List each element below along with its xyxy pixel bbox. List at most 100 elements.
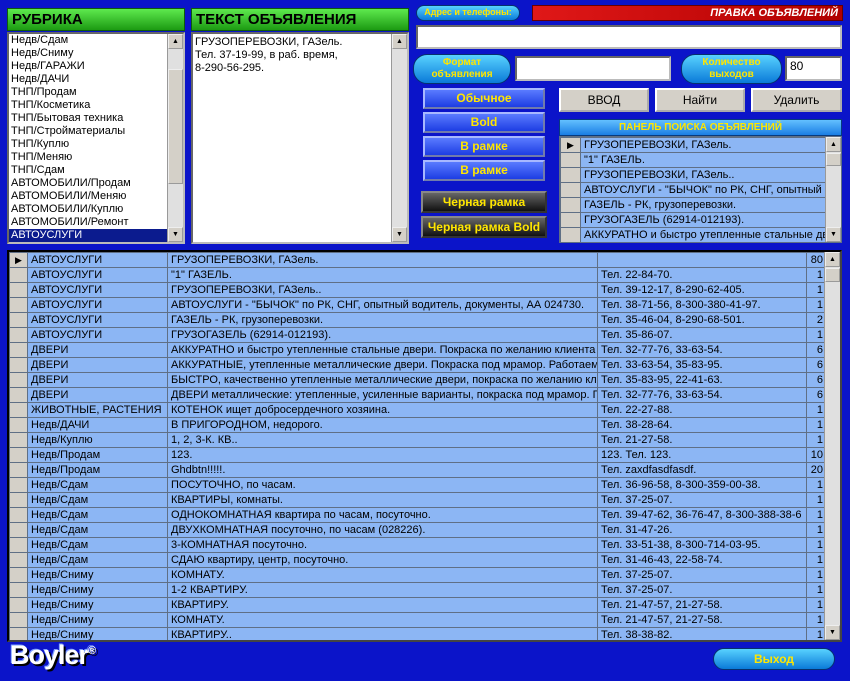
- table-row[interactable]: АВТОУСЛУГИ ГРУЗОГАЗЕЛЬ (62914-012193). Тел…: [9, 327, 827, 343]
- ad-text-scrollbar[interactable]: ▲ ▼: [391, 34, 407, 242]
- format-input[interactable]: [515, 56, 671, 81]
- phone-cell: Тел. 38-28-64.: [597, 417, 807, 433]
- table-row[interactable]: Недв/Сдам 3-КОМНАТНАЯ посуточно. Тел. 33-5…: [9, 537, 827, 553]
- rubric-cell: Недв/ДАЧИ: [27, 417, 168, 433]
- table-row[interactable]: Недв/Сниму КОМНАТУ. Тел. 37-25-07. 1: [9, 567, 827, 583]
- table-row[interactable]: АВТОУСЛУГИ "1" ГАЗЕЛЬ. Тел. 22-84-70. 1: [9, 267, 827, 283]
- black-frame-button[interactable]: Черная рамка: [421, 191, 547, 213]
- exit-button[interactable]: Выход: [713, 648, 835, 670]
- search-result-row[interactable]: ГРУЗОГАЗЕЛЬ (62914-012193).: [560, 212, 828, 228]
- table-row[interactable]: Недв/Сниму 1-2 КВАРТИРУ. Тел. 37-25-07. 1: [9, 582, 827, 598]
- rubric-item[interactable]: Недв/Сниму: [9, 47, 167, 60]
- scroll-thumb[interactable]: [168, 69, 183, 184]
- rubric-item[interactable]: Недв/Сдам: [9, 34, 167, 47]
- ad-text-cell: 3-КОМНАТНАЯ посуточно.: [167, 537, 598, 553]
- table-row[interactable]: Недв/Куплю 1, 2, 3-К. КВ.. Тел. 21-27-58. 1: [9, 432, 827, 448]
- scroll-down-icon[interactable]: ▼: [392, 227, 407, 242]
- scroll-up-icon[interactable]: ▲: [825, 252, 840, 267]
- scroll-thumb[interactable]: [825, 268, 840, 282]
- table-row[interactable]: Недв/Сдам СДАЮ квартиру, центр, посуточно…: [9, 552, 827, 568]
- table-row[interactable]: Недв/Сдам ДВУХКОМНАТНАЯ посуточно, по час…: [9, 522, 827, 538]
- scroll-up-icon[interactable]: ▲: [826, 137, 841, 152]
- enter-button[interactable]: ВВОД: [559, 88, 649, 112]
- address-input[interactable]: [416, 25, 842, 49]
- scroll-thumb[interactable]: [826, 153, 841, 166]
- search-scrollbar[interactable]: ▲ ▼: [825, 137, 841, 242]
- phone-cell: [597, 252, 807, 268]
- table-row[interactable]: Недв/Сдам ОДНОКОМНАТНАЯ квартира по часам…: [9, 507, 827, 523]
- rubric-list[interactable]: Недв/Сдам Недв/Сниму Недв/ГАРАЖИ Недв/ДАЧИ Т…: [7, 32, 185, 244]
- table-row[interactable]: ДВЕРИ БЫСТРО, качественно утепленные мета…: [9, 372, 827, 388]
- ad-text-area[interactable]: ГРУЗОПЕРЕВОЗКИ, ГАЗель. Тел. 37-19-99, в…: [191, 32, 409, 244]
- rubric-cell: Недв/Сниму: [27, 597, 168, 613]
- ad-text-cell: БЫСТРО, качественно утепленные металличе…: [167, 372, 598, 388]
- table-row[interactable]: Недв/Сдам КВАРТИРЫ, комнаты. Тел. 37-25-07…: [9, 492, 827, 508]
- rubric-cell: Недв/Сдам: [27, 537, 168, 553]
- phone-cell: Тел. 22-84-70.: [597, 267, 807, 283]
- format-normal-button[interactable]: Обычное: [423, 88, 545, 109]
- rubric-item[interactable]: ТНП/Сдам: [9, 164, 167, 177]
- table-row[interactable]: Недв/ДАЧИ В ПРИГОРОДНОМ, недорого. Тел. 38…: [9, 417, 827, 433]
- rubric-item[interactable]: АВТОМОБИЛИ/Куплю: [9, 203, 167, 216]
- search-result-row[interactable]: ▶ ГРУЗОПЕРЕВОЗКИ, ГАЗель.: [560, 137, 828, 153]
- format-bold-button[interactable]: Bold: [423, 112, 545, 133]
- row-indicator: [9, 432, 28, 448]
- scroll-up-icon[interactable]: ▲: [392, 34, 407, 49]
- table-row[interactable]: ДВЕРИ АККУРАТНЫЕ, утепленные металлически…: [9, 357, 827, 373]
- table-row[interactable]: ДВЕРИ АККУРАТНО и быстро утепленные сталь…: [9, 342, 827, 358]
- table-row[interactable]: Недв/Сдам ПОСУТОЧНО, по часам. Тел. 36-96-…: [9, 477, 827, 493]
- table-row[interactable]: ЖИВОТНЫЕ, РАСТЕНИЯ КОТЕНОК ищет добросерд…: [9, 402, 827, 418]
- rubric-scrollbar[interactable]: ▲ ▼: [167, 34, 183, 242]
- scroll-up-icon[interactable]: ▲: [168, 34, 183, 49]
- row-indicator: [9, 402, 28, 418]
- phone-cell: Тел. 31-47-26.: [597, 522, 807, 538]
- table-row[interactable]: Недв/Сниму КОМНАТУ. Тел. 21-47-57, 21-27-5…: [9, 612, 827, 628]
- phone-cell: Тел. 33-51-38, 8-300-714-03-95.: [597, 537, 807, 553]
- rubric-cell: Недв/Сниму: [27, 612, 168, 628]
- search-result-row[interactable]: "1" ГАЗЕЛЬ.: [560, 152, 828, 168]
- table-row[interactable]: АВТОУСЛУГИ ГАЗЕЛЬ - РК, грузоперевозки. Те…: [9, 312, 827, 328]
- table-row[interactable]: Недв/Сниму КВАРТИРУ. Тел. 21-47-57, 21-27-…: [9, 597, 827, 613]
- rubric-item[interactable]: АВТОМОБИЛИ/Продам: [9, 177, 167, 190]
- find-button[interactable]: Найти: [655, 88, 745, 112]
- scroll-down-icon[interactable]: ▼: [168, 227, 183, 242]
- ads-table[interactable]: ▶ АВТОУСЛУГИ ГРУЗОПЕРЕВОЗКИ, ГАЗель. 80 АВТО…: [7, 250, 842, 642]
- search-result-row[interactable]: АВТОУСЛУГИ - "БЫЧОК" по РК, СНГ, опытный: [560, 182, 828, 198]
- search-result-row[interactable]: АККУРАТНО и быстро утепленные стальные д…: [560, 227, 828, 242]
- table-row[interactable]: ▶ АВТОУСЛУГИ ГРУЗОПЕРЕВОЗКИ, ГАЗель. 80: [9, 252, 827, 268]
- table-scrollbar[interactable]: ▲ ▼: [824, 252, 840, 640]
- rubric-item[interactable]: ТНП/Бытовая техника: [9, 112, 167, 125]
- rubric-item[interactable]: АВТОУСЛУГИ: [9, 229, 167, 242]
- table-row[interactable]: ДВЕРИ ДВЕРИ металлические: утепленные, ус…: [9, 387, 827, 403]
- rubric-item[interactable]: ТНП/Косметика: [9, 99, 167, 112]
- count-input[interactable]: 80: [785, 56, 842, 81]
- search-result-row[interactable]: ГРУЗОПЕРЕВОЗКИ, ГАЗель..: [560, 167, 828, 183]
- current-row-arrow-icon: ▶: [9, 252, 28, 268]
- rubric-item[interactable]: Недв/ГАРАЖИ: [9, 60, 167, 73]
- ad-text-line-3: 8-290-56-295.: [195, 62, 265, 74]
- search-result-row[interactable]: ГАЗЕЛЬ - РК, грузоперевозки.: [560, 197, 828, 213]
- ad-text-cell: ГАЗЕЛЬ - РК, грузоперевозки.: [167, 312, 598, 328]
- table-row[interactable]: АВТОУСЛУГИ АВТОУСЛУГИ - "БЫЧОК" по РК, СН…: [9, 297, 827, 313]
- rubric-item[interactable]: Недв/ДАЧИ: [9, 73, 167, 86]
- table-row[interactable]: Недв/Сниму КВАРТИРУ.. Тел. 38-38-82. 1: [9, 627, 827, 640]
- rubric-item[interactable]: ТНП/Стройматериалы: [9, 125, 167, 138]
- format-framed-2-button[interactable]: В рамке: [423, 160, 545, 181]
- ad-text-cell: АККУРАТНЫЕ, утепленные металлические две…: [167, 357, 598, 373]
- black-frame-bold-button[interactable]: Черная рамка Bold: [421, 216, 547, 238]
- scroll-down-icon[interactable]: ▼: [825, 625, 840, 640]
- format-framed-button[interactable]: В рамке: [423, 136, 545, 157]
- delete-button[interactable]: Удалить: [751, 88, 842, 112]
- table-row[interactable]: АВТОУСЛУГИ ГРУЗОПЕРЕВОЗКИ, ГАЗель.. Тел. 3…: [9, 282, 827, 298]
- table-row[interactable]: Недв/Продам Ghdbtn!!!!!. Тел. zaxdfasdfasd…: [9, 462, 827, 478]
- table-row[interactable]: Недв/Продам 123. 123. Тел. 123. 10: [9, 447, 827, 463]
- rubric-item[interactable]: ТНП/Меняю: [9, 151, 167, 164]
- ad-text-cell: ДВЕРИ металлические: утепленные, усиленн…: [167, 387, 598, 403]
- rubric-item[interactable]: АВТОМОБИЛИ/Меняю: [9, 190, 167, 203]
- scroll-down-icon[interactable]: ▼: [826, 227, 841, 242]
- ad-text-cell: Ghdbtn!!!!!.: [167, 462, 598, 478]
- rubric-item[interactable]: АВТОМОБИЛИ/Ремонт: [9, 216, 167, 229]
- rubric-item[interactable]: ТНП/Куплю: [9, 138, 167, 151]
- rubric-item[interactable]: ТНП/Продам: [9, 86, 167, 99]
- search-panel-grid[interactable]: ▶ ГРУЗОПЕРЕВОЗКИ, ГАЗель. "1" ГАЗЕЛЬ. ГРУЗО…: [559, 136, 842, 243]
